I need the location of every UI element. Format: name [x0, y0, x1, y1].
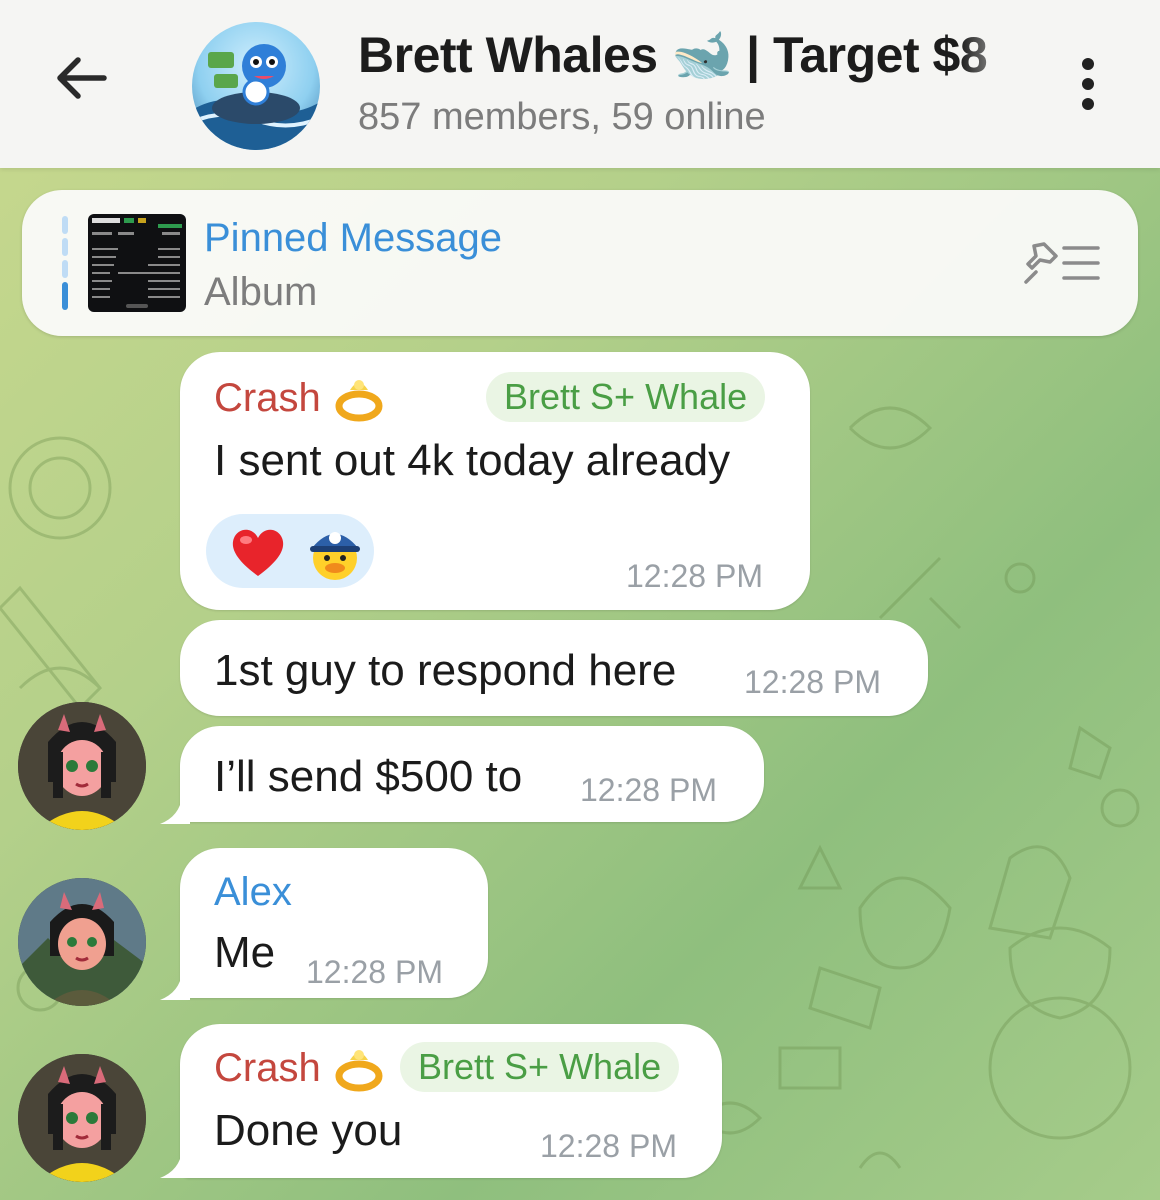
- pinned-title: Pinned Message: [204, 216, 502, 260]
- bubble-tail: [160, 972, 190, 1000]
- sender-name[interactable]: Crash: [214, 376, 321, 421]
- message-bubble[interactable]: Alex Me 12:28 PM: [180, 848, 488, 998]
- message-bubble[interactable]: Crash Brett S+ Whale Done you 12:28 PM: [180, 1024, 722, 1178]
- arrow-left-icon[interactable]: [52, 48, 112, 108]
- message-text: Done you: [214, 1106, 403, 1155]
- user-avatar[interactable]: [18, 702, 146, 830]
- sender-name[interactable]: Crash: [214, 1046, 321, 1091]
- user-avatar[interactable]: [18, 1054, 146, 1182]
- message-text: 1st guy to respond here: [214, 646, 677, 695]
- title-fade: [960, 26, 1030, 88]
- duck-reaction-icon[interactable]: [302, 518, 368, 584]
- chat-title[interactable]: Brett Whales 🐋 | Target $8: [358, 26, 1018, 88]
- message-time: 12:28 PM: [540, 1128, 677, 1164]
- member-badge: Brett S+ Whale: [486, 372, 766, 422]
- pinned-indicator: [62, 216, 70, 310]
- pinned-message-bar[interactable]: Pinned Message Album: [22, 190, 1138, 336]
- heart-reaction-icon[interactable]: [228, 526, 288, 578]
- message-text: Me: [214, 928, 276, 977]
- pinned-thumbnail: [88, 214, 186, 312]
- message-time: 12:28 PM: [626, 558, 763, 594]
- ring-emoji-icon: [335, 380, 383, 422]
- message-bubble[interactable]: I’ll send $500 to 12:28 PM: [180, 726, 764, 822]
- message-text: I sent out 4k today already: [214, 436, 731, 485]
- bubble-tail: [160, 1150, 190, 1178]
- pinned-subtitle: Album: [204, 270, 318, 314]
- message-time: 12:28 PM: [306, 954, 443, 990]
- bubble-tail: [160, 796, 190, 824]
- sender-name[interactable]: Alex: [214, 870, 292, 915]
- member-badge: Brett S+ Whale: [400, 1042, 680, 1092]
- chat-subtitle: 857 members, 59 online: [358, 96, 766, 138]
- user-avatar[interactable]: [18, 878, 146, 1006]
- message-time: 12:28 PM: [744, 664, 881, 700]
- more-vertical-icon[interactable]: [1066, 52, 1110, 116]
- message-time: 12:28 PM: [580, 772, 717, 808]
- pin-list-icon[interactable]: [1022, 238, 1102, 288]
- chat-header: Brett Whales 🐋 | Target $8 857 members, …: [0, 0, 1160, 168]
- reactions-bar[interactable]: [206, 514, 374, 588]
- message-text: I’ll send $500 to: [214, 752, 523, 801]
- group-avatar[interactable]: [192, 22, 320, 150]
- message-bubble[interactable]: 1st guy to respond here 12:28 PM: [180, 620, 928, 716]
- ring-emoji-icon: [335, 1050, 383, 1092]
